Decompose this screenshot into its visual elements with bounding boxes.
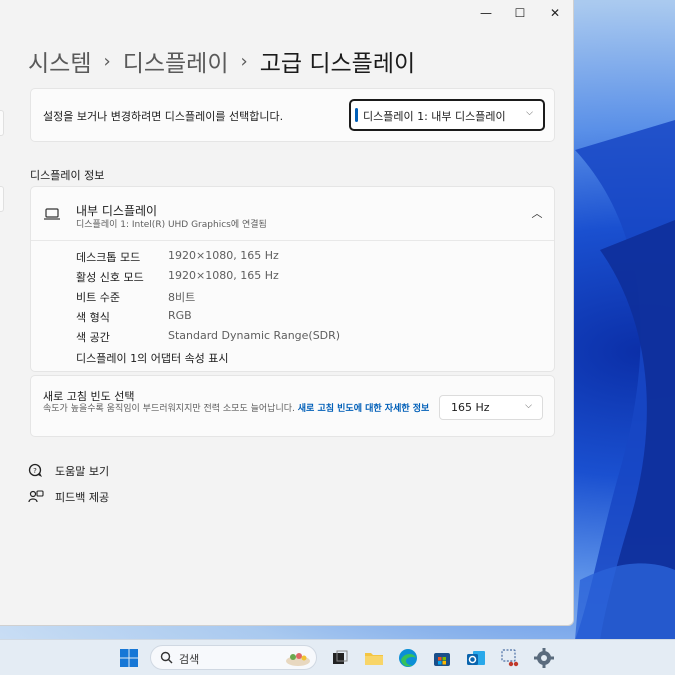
settings-window: — ☐ ✕ 시스템 › 디스플레이 › 고급 디스플레이 설정을 보거나 변경하… — [0, 0, 574, 626]
chevron-down-icon: ⌵ — [525, 401, 532, 411]
search-highlight-icon — [286, 653, 310, 666]
file-explorer-icon[interactable] — [363, 647, 385, 669]
sidebar-item-stub[interactable] — [0, 110, 4, 136]
refresh-rate-value: 165 Hz — [451, 401, 490, 414]
refresh-rate-card: 새로 고침 빈도 선택 속도가 높을수록 움직임이 부드러워지지만 전력 소모도… — [30, 375, 555, 437]
outlook-icon[interactable] — [465, 647, 487, 669]
breadcrumb-separator: › — [240, 50, 248, 72]
display-select-dropdown[interactable]: 디스플레이 1: 내부 디스플레이 ⌵ — [349, 99, 545, 131]
breadcrumb-separator: › — [103, 50, 111, 72]
spec-label-bit-depth: 비트 수준 — [76, 291, 120, 304]
page-title: 고급 디스플레이 — [259, 51, 416, 77]
taskbar: 검색 — [0, 639, 675, 675]
focus-accent — [355, 108, 358, 122]
breadcrumb-item-display[interactable]: 디스플레이 — [123, 44, 229, 78]
feedback-label: 피드백 제공 — [55, 491, 110, 504]
search-placeholder: 검색 — [179, 653, 200, 666]
help-icon: ? — [28, 463, 42, 477]
settings-gear-icon[interactable] — [533, 647, 555, 669]
display-select-value: 디스플레이 1: 내부 디스플레이 — [363, 110, 506, 123]
snipping-tool-icon[interactable] — [499, 647, 521, 669]
display-info-card: 내부 디스플레이 디스플레이 1: Intel(R) UHD Graphics에… — [30, 186, 555, 372]
refresh-rate-title: 새로 고침 빈도 선택 — [43, 390, 135, 403]
spec-label-color-format: 색 형식 — [76, 311, 110, 324]
feedback-link[interactable]: 피드백 제공 — [28, 489, 109, 505]
refresh-rate-dropdown[interactable]: 165 Hz ⌵ — [439, 395, 543, 420]
get-help-label: 도움말 보기 — [55, 465, 110, 478]
breadcrumb-item-system[interactable]: 시스템 — [28, 44, 91, 78]
spec-value-color-format: RGB — [168, 309, 192, 322]
feedback-icon — [28, 490, 44, 503]
taskbar-search-box[interactable]: 검색 — [150, 645, 317, 670]
refresh-rate-description-block: 속도가 높을수록 움직임이 부드러워지지만 전력 소모도 늘어납니다. 새로 고… — [43, 403, 438, 416]
chevron-up-icon[interactable]: ︿ — [527, 204, 547, 224]
section-title-display-info: 디스플레이 정보 — [30, 169, 105, 182]
display-info-header[interactable]: 내부 디스플레이 디스플레이 1: Intel(R) UHD Graphics에… — [31, 187, 554, 241]
spec-value-desktop-mode: 1920×1080, 165 Hz — [168, 249, 279, 262]
edge-browser-icon[interactable] — [397, 647, 419, 669]
get-help-link[interactable]: ? 도움말 보기 — [28, 463, 109, 479]
spec-label-active-signal-mode: 활성 신호 모드 — [76, 271, 144, 284]
display-select-label: 설정을 보거나 변경하려면 디스플레이를 선택합니다. — [43, 110, 284, 123]
microsoft-store-icon[interactable] — [431, 647, 453, 669]
display-subtitle: 디스플레이 1: Intel(R) UHD Graphics에 연결됨 — [76, 220, 267, 230]
spec-value-active-signal-mode: 1920×1080, 165 Hz — [168, 269, 279, 282]
search-icon — [160, 651, 173, 664]
breadcrumb: 시스템 › 디스플레이 › 고급 디스플레이 — [28, 44, 415, 78]
maximize-button[interactable]: ☐ — [503, 0, 537, 26]
sidebar-item-stub[interactable] — [0, 186, 4, 212]
spec-value-color-space: Standard Dynamic Range(SDR) — [168, 329, 341, 342]
minimize-button[interactable]: — — [469, 0, 503, 26]
display-select-card: 설정을 보거나 변경하려면 디스플레이를 선택합니다. 디스플레이 1: 내부 … — [30, 88, 555, 142]
chevron-down-icon: ⌵ — [526, 108, 533, 118]
windows-start-icon[interactable] — [118, 647, 140, 669]
task-view-icon[interactable] — [329, 647, 351, 669]
refresh-rate-learn-more-link[interactable]: 새로 고침 빈도에 대한 자세한 정보 — [298, 404, 430, 414]
close-button[interactable]: ✕ — [538, 0, 572, 26]
spec-label-color-space: 색 공간 — [76, 331, 110, 344]
spec-value-bit-depth: 8비트 — [168, 291, 196, 304]
adapter-properties-link[interactable]: 디스플레이 1의 어댑터 속성 표시 — [76, 350, 229, 366]
laptop-icon — [44, 208, 60, 220]
svg-text:?: ? — [33, 467, 37, 475]
spec-label-desktop-mode: 데스크톱 모드 — [76, 251, 141, 264]
refresh-rate-description: 속도가 높을수록 움직임이 부드러워지지만 전력 소모도 늘어납니다. — [43, 404, 295, 414]
